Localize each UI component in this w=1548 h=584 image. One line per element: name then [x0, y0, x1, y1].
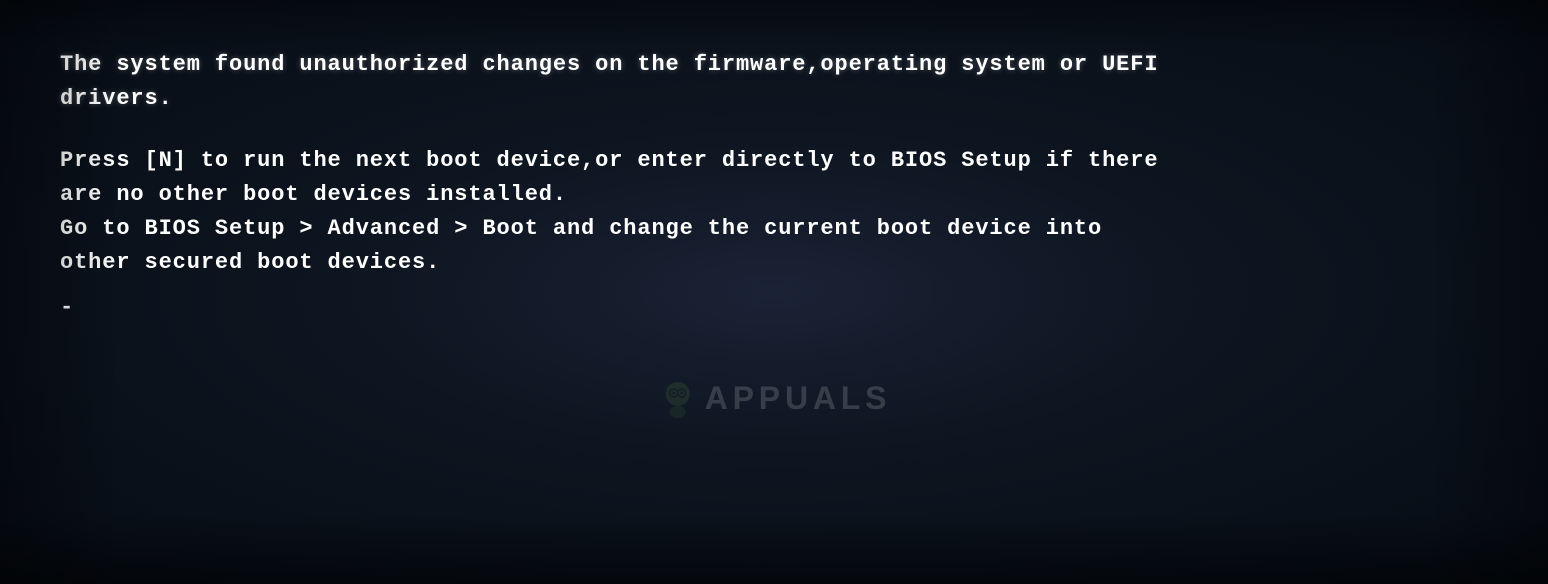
instruction-line-1: Press [N] to run the next boot device,or… [60, 148, 1158, 173]
cursor: - [60, 291, 74, 325]
error-message-block: The system found unauthorized changes on… [60, 48, 1158, 116]
instruction-line-4: other secured boot devices. [60, 250, 440, 275]
error-line-2: drivers. [60, 86, 173, 111]
error-line-1: The system found unauthorized changes on… [60, 52, 1158, 77]
bios-error-screen: The system found unauthorized changes on… [0, 0, 1548, 584]
watermark: APPUALS [657, 374, 892, 424]
instruction-line-3: Go to BIOS Setup > Advanced > Boot and c… [60, 216, 1102, 241]
appuals-mascot-icon [657, 378, 699, 420]
instruction-line-2: are no other boot devices installed. [60, 182, 567, 207]
watermark-text: APPUALS [705, 374, 892, 424]
instruction-message-block: Press [N] to run the next boot device,or… [60, 144, 1158, 280]
